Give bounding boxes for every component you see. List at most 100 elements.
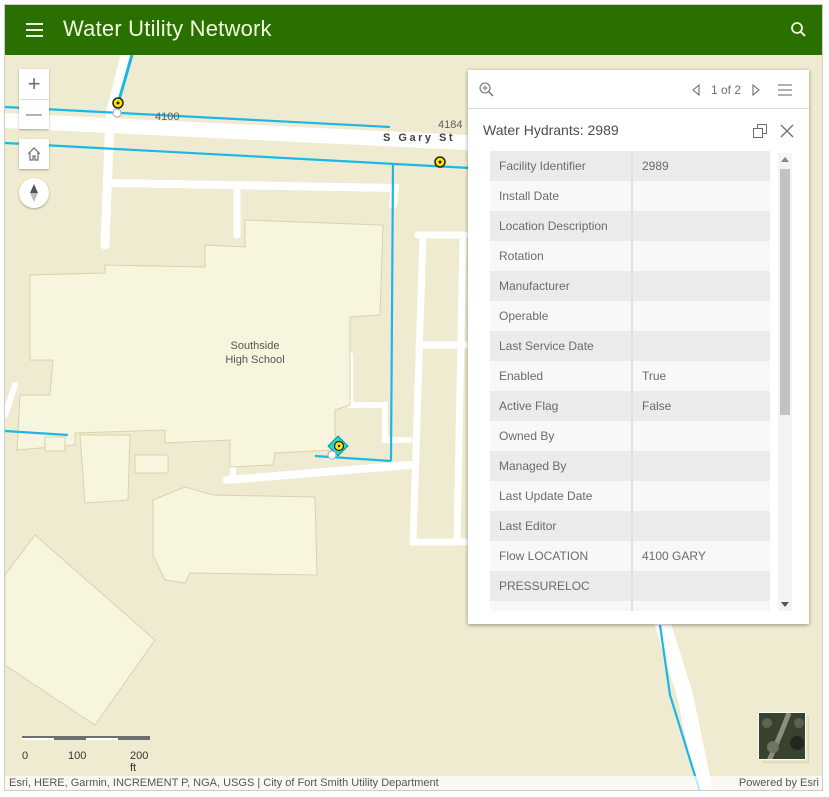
attribute-field-name: Install Date <box>490 181 633 211</box>
scale-bar: 0 100 200 ft <box>22 736 150 774</box>
water-main <box>314 454 392 463</box>
building-southside-high-school <box>16 219 384 468</box>
satellite-imagery-icon <box>759 713 805 759</box>
attribute-row: Owned By <box>490 421 770 451</box>
school-label-line: High School <box>225 354 285 366</box>
attribute-field-name: Location Description <box>490 211 633 241</box>
attribute-field-value <box>632 271 770 301</box>
attribute-field-value: 4100 GARY <box>642 549 706 563</box>
attribute-row: Location Description <box>490 211 770 241</box>
attribute-field-value <box>632 511 770 541</box>
scale-label: 200 ft <box>130 750 149 774</box>
app-title: Water Utility Network <box>63 16 272 41</box>
zoom-control: + — <box>19 69 49 129</box>
chevron-right-icon <box>752 84 760 96</box>
hamburger-icon <box>26 23 43 25</box>
imagery-thumbnail <box>758 712 806 760</box>
attribute-field-value <box>632 211 770 241</box>
search-button[interactable] <box>788 19 810 41</box>
scrollbar-thumb[interactable] <box>780 169 790 415</box>
popup-title: Water Hydrants: 2989 <box>483 122 619 138</box>
map-attribution: Esri, HERE, Garmin, INCREMENT P, NGA, US… <box>5 776 822 790</box>
attribute-row: Last Editor <box>490 511 770 541</box>
attribute-field-value <box>632 421 770 451</box>
attribute-field-name: Owned By <box>490 421 633 451</box>
app-window: Water Utility Network 4100 4184 S Gary S… <box>4 4 823 791</box>
home-button[interactable] <box>19 139 49 169</box>
attribute-row: Last Update Date <box>490 481 770 511</box>
road <box>453 231 467 546</box>
attribute-table-container[interactable]: Facility Identifier 2989 Install Date Locat… <box>490 151 770 611</box>
attribute-row: Flow LOCATION 4100 GARY <box>490 541 770 571</box>
dock-popup-button[interactable] <box>752 123 768 139</box>
scroll-up-arrow-icon[interactable] <box>781 157 789 162</box>
chevron-left-icon <box>692 84 700 96</box>
dock-icon <box>753 124 767 138</box>
zoom-in-button[interactable]: + <box>19 69 49 99</box>
attribute-field-name: Flow LOCATION <box>490 541 633 571</box>
attribute-row: Active Flag False <box>490 391 770 421</box>
home-icon <box>27 147 41 161</box>
scale-label: 100 <box>68 750 87 762</box>
road <box>106 179 400 209</box>
basemap-toggle-button[interactable] <box>758 712 809 763</box>
attribute-field-name: Enabled <box>490 361 633 391</box>
road <box>223 461 414 484</box>
zoom-to-feature-button[interactable] <box>478 81 496 99</box>
hamburger-menu-button[interactable] <box>23 18 47 42</box>
previous-feature-button[interactable] <box>689 83 703 97</box>
list-icon <box>778 84 792 96</box>
attribute-field-value <box>632 181 770 211</box>
search-icon <box>791 22 806 37</box>
attribute-row: Install Date <box>490 181 770 211</box>
address-label: 4184 <box>438 119 463 131</box>
hamburger-icon-bar <box>26 35 43 37</box>
street-label: S Gary St <box>383 132 456 144</box>
attribute-field-value <box>632 481 770 511</box>
hamburger-icon-bar <box>26 29 43 31</box>
map-view[interactable]: 4100 4184 S Gary St Southside High Schoo… <box>5 55 822 790</box>
attribute-row: Managed By <box>490 451 770 481</box>
attribute-field-name: Managed By <box>490 451 633 481</box>
close-popup-button[interactable] <box>779 123 795 139</box>
attribute-row: PRESSURELOC <box>490 571 770 601</box>
feature-popup: 1 of 2 Water Hydrants: 2989 Facility Ide… <box>468 70 809 624</box>
popup-scrollbar[interactable] <box>778 153 792 611</box>
attribute-field-value <box>632 301 770 331</box>
building <box>44 436 66 452</box>
road <box>5 382 18 418</box>
scroll-down-arrow-icon[interactable] <box>781 602 789 607</box>
building <box>5 534 156 726</box>
attribute-row: FLOW900 <box>490 601 770 611</box>
zoom-out-button[interactable]: — <box>19 99 49 129</box>
attribute-row: Rotation <box>490 241 770 271</box>
school-label-line: Southside <box>230 340 280 352</box>
next-feature-button[interactable] <box>749 83 763 97</box>
compass-icon <box>30 184 38 202</box>
feature-list-button[interactable] <box>777 83 793 97</box>
hydrant-symbol <box>434 156 446 168</box>
address-label: 4100 <box>155 111 180 123</box>
attribute-field-name: Facility Identifier <box>490 151 633 181</box>
attribute-field-name: FLOW <box>490 601 633 611</box>
attribute-field-name: Last Update Date <box>490 481 633 511</box>
building <box>79 434 131 504</box>
attribute-field-value: True <box>642 369 667 383</box>
attribute-field-name: Last Service Date <box>490 331 633 361</box>
attribute-field-name: Operable <box>490 301 633 331</box>
attribute-row: Last Service Date <box>490 331 770 361</box>
popup-toolbar: 1 of 2 <box>468 70 809 109</box>
attribute-field-name: Active Flag <box>490 391 633 421</box>
road <box>347 352 413 443</box>
close-icon <box>780 124 794 138</box>
attribute-field-value: False <box>642 399 672 413</box>
attribute-field-name: Manufacturer <box>490 271 633 301</box>
attribute-field-value <box>632 451 770 481</box>
attribution-sources[interactable]: Esri, HERE, Garmin, INCREMENT P, NGA, US… <box>9 777 439 789</box>
scale-label: 0 <box>22 750 29 762</box>
attribute-row: Manufacturer <box>490 271 770 301</box>
powered-by-esri-link[interactable]: Powered by Esri <box>739 777 819 789</box>
compass-button[interactable] <box>19 178 49 208</box>
attribute-field-name: PRESSURELOC <box>490 571 633 601</box>
attribute-field-value <box>632 571 770 601</box>
